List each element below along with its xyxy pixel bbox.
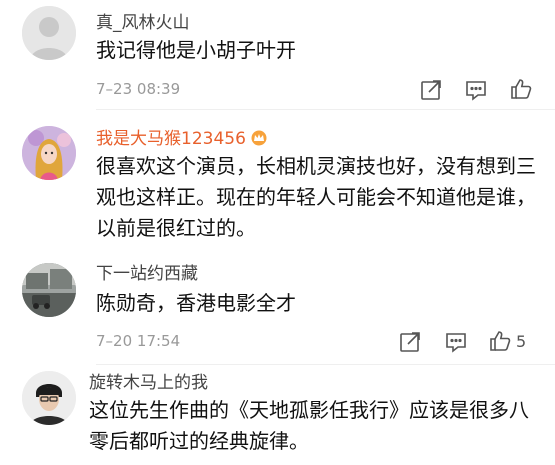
comment-text-line: 零后都听过的经典旋律。: [89, 429, 309, 453]
avatar[interactable]: [22, 126, 76, 180]
avatar[interactable]: [22, 6, 76, 60]
comment-icon[interactable]: [444, 330, 468, 354]
comment-text-line: 这位先生作曲的《天地孤影任我行》应该是很多八: [89, 398, 529, 422]
comment-text-line: 观也这样正。现在的年轻人可能会不知道他是谁，: [96, 185, 536, 209]
username[interactable]: 我是大马猴123456: [96, 128, 268, 150]
timestamp: 7–20 17:54: [96, 332, 181, 350]
username-label: 我是大马猴123456: [96, 129, 246, 149]
comment-text: 我记得他是小胡子叶开: [96, 38, 296, 62]
comment-item: 旋转木马上的我 这位先生作曲的《天地孤影任我行》应该是很多八 零后都听过的经典旋…: [0, 365, 555, 465]
thumbs-up-icon[interactable]: [509, 77, 533, 101]
like-count: 5: [516, 332, 527, 351]
comment-text-line: 很喜欢这个演员，长相机灵演技也好，没有想到三: [96, 154, 536, 178]
thumbs-up-icon[interactable]: [488, 329, 512, 353]
comment-text-line: 以前是很红过的。: [96, 216, 256, 240]
comment-item: 我是大马猴123456 很喜欢这个演员，长相机灵演技也好，没有想到三 观也这样正…: [0, 110, 555, 255]
comment-item: 下一站约西藏 陈勋奇，香港电影全才 7–20 17:54 5: [0, 255, 555, 365]
username[interactable]: 旋转木马上的我: [89, 372, 208, 394]
avatar[interactable]: [22, 371, 76, 425]
crown-icon: [250, 130, 268, 146]
avatar[interactable]: [22, 263, 76, 317]
comment-text: 陈勋奇，香港电影全才: [96, 291, 296, 315]
share-icon[interactable]: [398, 330, 422, 354]
username[interactable]: 真_风林火山: [96, 12, 190, 34]
share-icon[interactable]: [419, 78, 443, 102]
comment-icon[interactable]: [464, 78, 488, 102]
comment-item: 真_风林火山 我记得他是小胡子叶开 7–23 08:39: [0, 0, 555, 110]
username[interactable]: 下一站约西藏: [96, 263, 198, 285]
timestamp: 7–23 08:39: [96, 80, 181, 98]
